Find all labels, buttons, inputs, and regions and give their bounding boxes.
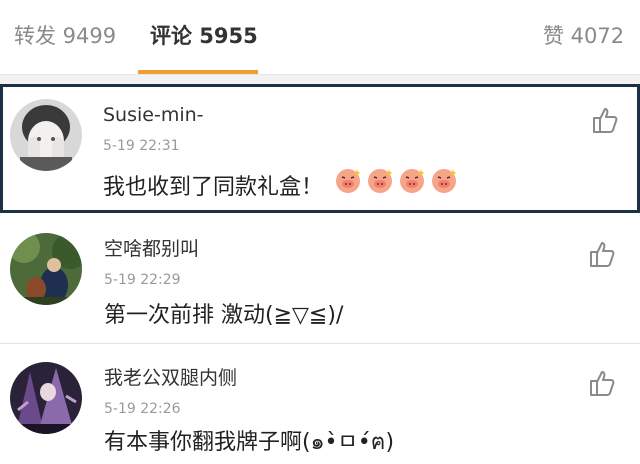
- pig-emoji-icon: [336, 169, 361, 193]
- timestamp: 5-19 22:31: [103, 138, 180, 154]
- like-icon[interactable]: [591, 105, 621, 135]
- comment-text: 第一次前排 激动(≧▽≦)/: [104, 303, 344, 328]
- section-gap: [0, 74, 640, 84]
- timestamp: 5-19 22:26: [104, 401, 181, 417]
- timestamp: 5-19 22:29: [104, 272, 181, 288]
- avatar[interactable]: [10, 99, 82, 171]
- avatar[interactable]: [10, 362, 82, 434]
- like-icon[interactable]: [588, 239, 618, 269]
- avatar[interactable]: [10, 233, 82, 305]
- tab-likes[interactable]: 赞 4072: [543, 22, 624, 50]
- comment-item-3: 我老公双腿内侧 5-19 22:26 有本事你翻我牌子啊(๑•̀ㅁ•́ฅ): [0, 344, 640, 464]
- username[interactable]: 空啥都别叫: [104, 237, 199, 261]
- comment-text: 我也收到了同款礼盒！: [103, 175, 324, 200]
- comment-tabs: 转发 9499 评论 5955 赞 4072: [0, 0, 640, 74]
- comment-item-2: 空啥都别叫 5-19 22:29 第一次前排 激动(≧▽≦)/: [0, 215, 640, 343]
- comment-text: 有本事你翻我牌子啊(๑•̀ㅁ•́ฅ): [104, 430, 395, 455]
- pig-emoji-icon: [368, 169, 393, 193]
- pig-emoji-icon: [432, 169, 457, 193]
- like-icon[interactable]: [588, 368, 618, 398]
- emoji-row: [333, 165, 459, 195]
- username[interactable]: 我老公双腿内侧: [104, 366, 237, 390]
- pig-emoji-icon: [400, 169, 425, 193]
- tab-reposts[interactable]: 转发 9499: [14, 22, 116, 50]
- username[interactable]: Susie-min-: [103, 103, 204, 127]
- tab-comments[interactable]: 评论 5955: [150, 22, 258, 50]
- comment-item-1: Susie-min- 5-19 22:31 我也收到了同款礼盒！: [0, 84, 640, 213]
